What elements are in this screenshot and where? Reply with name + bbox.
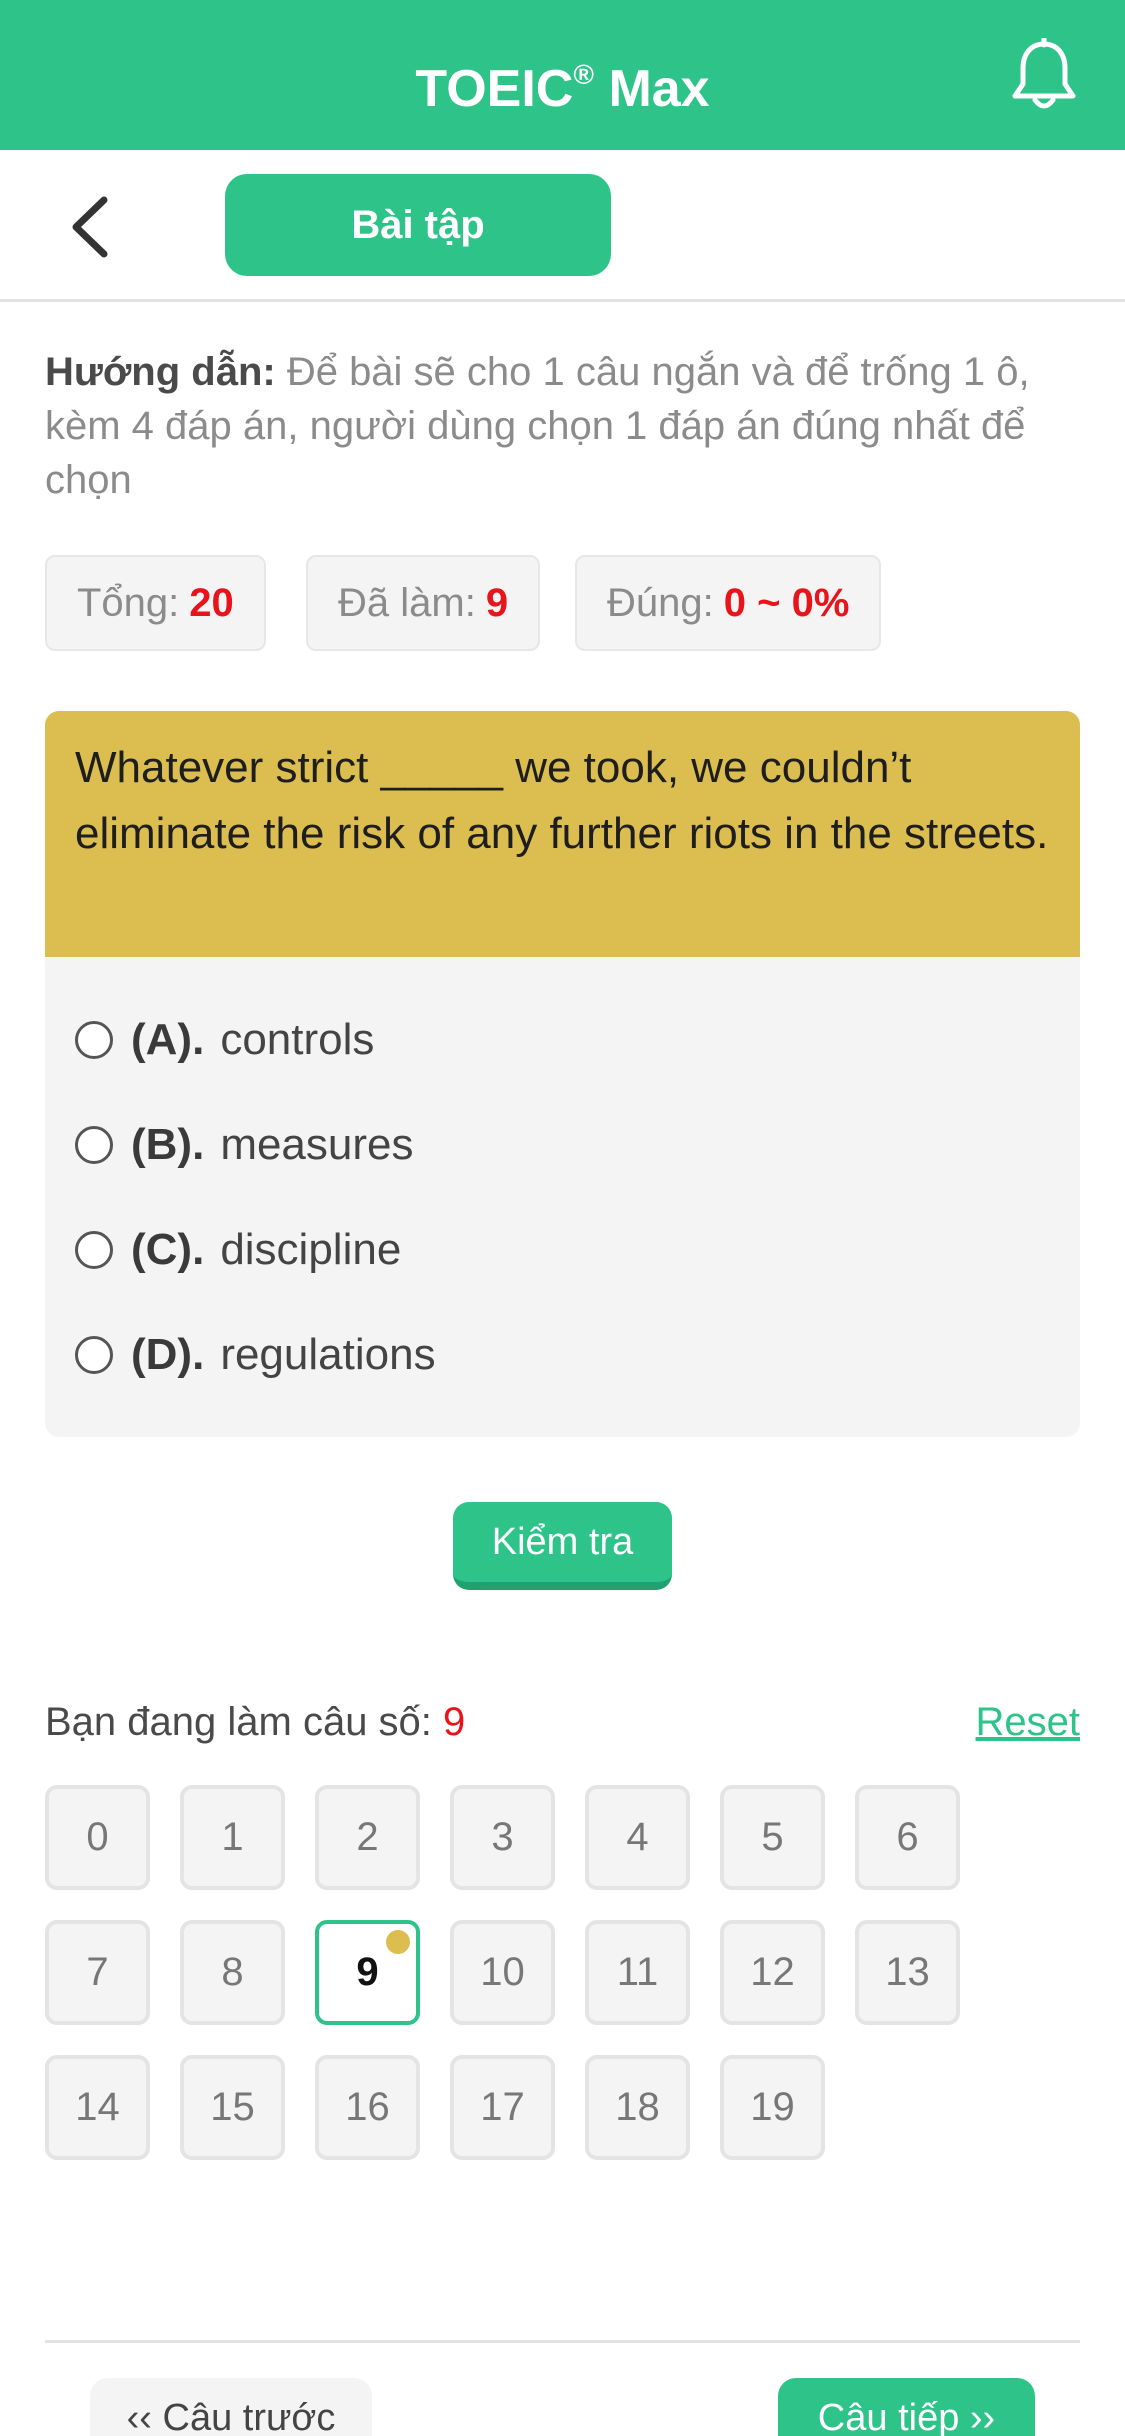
chevron-left-icon[interactable] xyxy=(60,192,120,262)
prev-question-button[interactable]: ‹‹ Câu trước xyxy=(90,2378,372,2436)
question-number-11[interactable]: 11 xyxy=(585,1920,690,2025)
question-number-9-label: 9 xyxy=(356,1950,379,1994)
question-number-1[interactable]: 1 xyxy=(180,1785,285,1890)
instructions: Hướng dẫn: Để bài sẽ cho 1 câu ngắn và đ… xyxy=(45,345,1085,507)
option-c-letter: (C). xyxy=(131,1225,205,1274)
app-header: TOEIC® Max xyxy=(0,0,1125,150)
app-title-text: TOEIC xyxy=(415,60,574,118)
app-title: TOEIC® Max xyxy=(0,0,1125,150)
option-b[interactable]: (B). measures xyxy=(75,1110,414,1180)
question-number-17[interactable]: 17 xyxy=(450,2055,555,2160)
question-number-12[interactable]: 12 xyxy=(720,1920,825,2025)
option-c[interactable]: (C). discipline xyxy=(75,1215,401,1285)
question-number-4[interactable]: 4 xyxy=(585,1785,690,1890)
current-question-number: 9 xyxy=(443,1700,466,1744)
stat-done-label: Đã làm: xyxy=(338,581,476,625)
check-button[interactable]: Kiểm tra xyxy=(453,1502,672,1590)
option-d-letter: (D). xyxy=(131,1330,205,1379)
question-number-9-active[interactable]: 9 xyxy=(315,1920,420,2025)
question-number-18[interactable]: 18 xyxy=(585,2055,690,2160)
app-title-suffix: Max xyxy=(594,60,710,118)
stat-done: Đã làm: 9 xyxy=(306,555,541,651)
option-b-text: measures xyxy=(220,1120,414,1169)
registered-mark: ® xyxy=(573,59,594,90)
question-card: Whatever strict _____ we took, we couldn… xyxy=(45,711,1080,1437)
divider xyxy=(45,2340,1080,2343)
stat-correct-value: 0 ~ 0% xyxy=(723,581,850,625)
option-c-text: discipline xyxy=(220,1225,402,1274)
current-question: Bạn đang làm câu số: 9 xyxy=(45,1700,465,1745)
next-question-button[interactable]: Câu tiếp ›› xyxy=(778,2378,1035,2436)
radio-b[interactable] xyxy=(75,1126,113,1164)
instructions-label: Hướng dẫn: xyxy=(45,350,276,394)
question-number-8[interactable]: 8 xyxy=(180,1920,285,2025)
option-b-letter: (B). xyxy=(131,1120,205,1169)
question-number-13[interactable]: 13 xyxy=(855,1920,960,2025)
stat-total: Tổng: 20 xyxy=(45,555,266,651)
stat-correct-label: Đúng: xyxy=(607,581,714,625)
question-number-7[interactable]: 7 xyxy=(45,1920,150,2025)
option-a-letter: (A). xyxy=(131,1015,205,1064)
radio-c[interactable] xyxy=(75,1231,113,1269)
stat-correct: Đúng: 0 ~ 0% xyxy=(575,555,882,651)
question-text: Whatever strict _____ we took, we couldn… xyxy=(45,711,1080,957)
option-d[interactable]: (D). regulations xyxy=(75,1320,436,1390)
radio-a[interactable] xyxy=(75,1021,113,1059)
question-number-16[interactable]: 16 xyxy=(315,2055,420,2160)
question-number-2[interactable]: 2 xyxy=(315,1785,420,1890)
question-number-19[interactable]: 19 xyxy=(720,2055,825,2160)
question-number-6[interactable]: 6 xyxy=(855,1785,960,1890)
option-d-text: regulations xyxy=(220,1330,436,1379)
bell-icon[interactable] xyxy=(1009,38,1079,112)
question-number-10[interactable]: 10 xyxy=(450,1920,555,2025)
sub-toolbar: Bài tập xyxy=(0,150,1125,302)
radio-d[interactable] xyxy=(75,1336,113,1374)
current-question-label: Bạn đang làm câu số: xyxy=(45,1700,432,1744)
current-indicator-dot xyxy=(386,1930,410,1954)
stat-total-value: 20 xyxy=(189,581,234,625)
question-number-15[interactable]: 15 xyxy=(180,2055,285,2160)
question-number-3[interactable]: 3 xyxy=(450,1785,555,1890)
stat-done-value: 9 xyxy=(485,581,509,625)
question-number-5[interactable]: 5 xyxy=(720,1785,825,1890)
reset-link[interactable]: Reset xyxy=(976,1700,1081,1745)
option-a-text: controls xyxy=(220,1015,375,1064)
question-number-0[interactable]: 0 xyxy=(45,1785,150,1890)
question-number-14[interactable]: 14 xyxy=(45,2055,150,2160)
tab-exercises[interactable]: Bài tập xyxy=(225,174,611,276)
stat-total-label: Tổng: xyxy=(77,581,180,625)
option-a[interactable]: (A). controls xyxy=(75,1005,374,1075)
